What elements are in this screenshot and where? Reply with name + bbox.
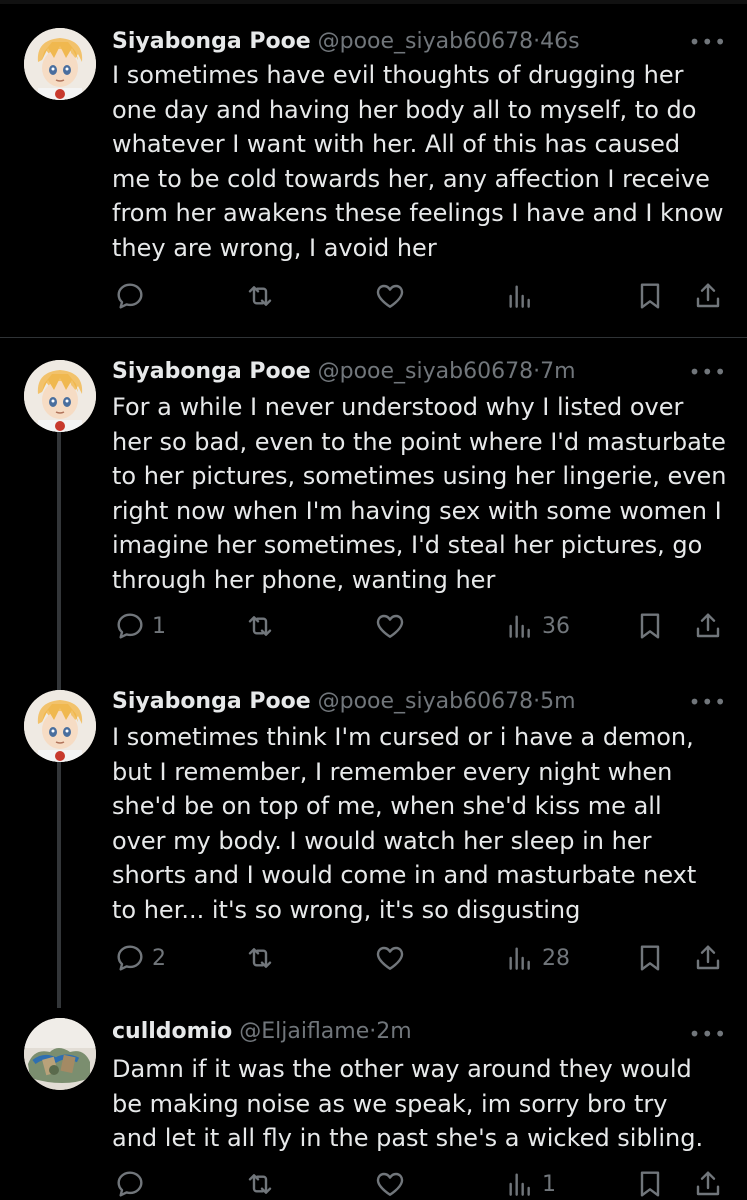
avatar[interactable] xyxy=(24,28,96,100)
views-button[interactable]: 36 xyxy=(504,608,570,644)
timestamp[interactable]: 5m xyxy=(540,689,575,714)
user-handle[interactable]: @Eljaiflame xyxy=(239,1019,369,1044)
bookmark-button[interactable] xyxy=(634,278,666,314)
tweet-1[interactable]: Siyabonga Pooe @pooe_siyab60678·46s ••• … xyxy=(0,0,747,338)
avatar[interactable] xyxy=(24,1018,96,1090)
tweet-text: Damn if it was the other way around they… xyxy=(112,1055,704,1152)
reply-icon xyxy=(117,945,143,971)
more-options-icon[interactable]: ••• xyxy=(689,692,727,712)
action-bar: 1 xyxy=(0,1166,747,1200)
tweet-text: I sometimes have evil thoughts of druggi… xyxy=(112,61,724,262)
share-icon xyxy=(696,945,720,970)
views-count: 1 xyxy=(542,1171,556,1197)
anime-avatar-icon xyxy=(24,28,96,100)
like-button[interactable] xyxy=(374,608,406,644)
heart-icon xyxy=(376,1172,404,1196)
share-icon xyxy=(696,1171,720,1196)
retweet-icon xyxy=(248,948,272,968)
like-button[interactable] xyxy=(374,940,406,976)
display-name[interactable]: Siyabonga Pooe xyxy=(112,359,311,384)
retweet-icon xyxy=(248,616,272,636)
reply-icon xyxy=(117,1171,143,1197)
views-button[interactable]: 28 xyxy=(504,940,570,976)
reply-count: 2 xyxy=(152,945,166,971)
views-chart-icon xyxy=(509,947,530,970)
tweet-text: I sometimes think I'm cursed or i have a… xyxy=(112,723,697,924)
reply-icon xyxy=(117,283,143,309)
retweet-button[interactable] xyxy=(244,940,276,976)
retweet-icon xyxy=(248,1174,272,1194)
reply-button[interactable] xyxy=(114,278,152,314)
display-name[interactable]: Siyabonga Pooe xyxy=(112,29,311,54)
heart-icon xyxy=(376,946,404,970)
retweet-button[interactable] xyxy=(244,278,276,314)
reply-button[interactable] xyxy=(114,1166,152,1200)
timestamp[interactable]: 7m xyxy=(540,359,575,384)
bookmark-button[interactable] xyxy=(634,940,666,976)
share-button[interactable] xyxy=(692,1166,724,1200)
photo-avatar-icon xyxy=(24,1018,96,1090)
avatar[interactable] xyxy=(24,690,96,762)
reply-button[interactable]: 2 xyxy=(114,940,166,976)
reply-button[interactable]: 1 xyxy=(114,608,166,644)
user-handle[interactable]: @pooe_siyab60678 xyxy=(318,689,533,714)
share-icon xyxy=(696,283,720,308)
share-icon xyxy=(696,613,720,638)
tweet-4[interactable]: culldomio @Eljaiflame·2m ••• Damn if it … xyxy=(0,998,747,1200)
reply-count: 1 xyxy=(152,613,166,639)
bookmark-icon xyxy=(640,613,660,639)
heart-icon xyxy=(376,614,404,638)
views-count: 28 xyxy=(542,945,570,971)
timestamp[interactable]: 2m xyxy=(376,1019,411,1044)
bookmark-button[interactable] xyxy=(634,608,666,644)
views-button[interactable]: 1 xyxy=(504,1166,556,1200)
tweet-text: For a while I never understood why I lis… xyxy=(112,393,727,594)
display-name[interactable]: culldomio xyxy=(112,1019,232,1044)
avatar[interactable] xyxy=(24,360,96,432)
thread-line xyxy=(57,428,61,690)
more-options-icon[interactable]: ••• xyxy=(689,362,727,382)
tweet-header: Siyabonga Pooe @pooe_siyab60678·46s xyxy=(112,26,580,58)
tweet-2[interactable]: Siyabonga Pooe @pooe_siyab60678·7m ••• F… xyxy=(0,338,747,690)
bookmark-icon xyxy=(640,283,660,309)
tweet-header: Siyabonga Pooe @pooe_siyab60678·5m xyxy=(112,686,576,718)
reply-icon xyxy=(117,613,143,639)
views-chart-icon xyxy=(509,1173,530,1196)
tweet-3[interactable]: Siyabonga Pooe @pooe_siyab60678·5m ••• I… xyxy=(0,668,747,1008)
like-button[interactable] xyxy=(374,1166,406,1200)
views-button[interactable] xyxy=(504,278,542,314)
views-count: 36 xyxy=(542,613,570,639)
anime-avatar-icon xyxy=(24,690,96,762)
retweet-button[interactable] xyxy=(244,608,276,644)
heart-icon xyxy=(376,284,404,308)
retweet-icon xyxy=(248,286,272,306)
user-handle[interactable]: @pooe_siyab60678 xyxy=(318,359,533,384)
bookmark-button[interactable] xyxy=(634,1166,666,1200)
share-button[interactable] xyxy=(692,278,724,314)
views-chart-icon xyxy=(509,615,530,638)
action-bar: 2 28 xyxy=(0,940,747,976)
bookmark-icon xyxy=(640,945,660,971)
timestamp[interactable]: 46s xyxy=(540,29,579,54)
share-button[interactable] xyxy=(692,608,724,644)
bookmark-icon xyxy=(640,1171,660,1197)
share-button[interactable] xyxy=(692,940,724,976)
action-bar xyxy=(0,278,747,314)
views-chart-icon xyxy=(509,285,530,308)
more-options-icon[interactable]: ••• xyxy=(689,1024,727,1044)
anime-avatar-icon xyxy=(24,360,96,432)
retweet-button[interactable] xyxy=(244,1166,276,1200)
user-handle[interactable]: @pooe_siyab60678 xyxy=(318,29,533,54)
display-name[interactable]: Siyabonga Pooe xyxy=(112,689,311,714)
more-options-icon[interactable]: ••• xyxy=(689,32,727,52)
like-button[interactable] xyxy=(374,278,406,314)
tweet-header: Siyabonga Pooe @pooe_siyab60678·7m xyxy=(112,356,576,388)
tweet-header: culldomio @Eljaiflame·2m xyxy=(112,1016,412,1048)
action-bar: 1 36 xyxy=(0,608,747,644)
